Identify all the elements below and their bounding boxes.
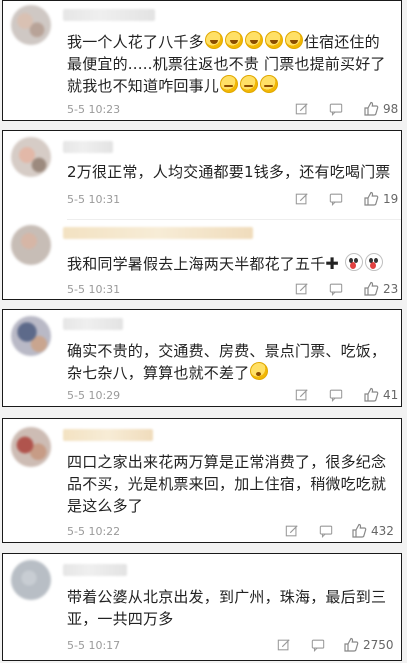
smirk-emoji-icon: [220, 75, 239, 93]
comment-card: 带着公婆从北京出发，到广州，珠海，最后到三 亚，一共四万多 5-5 10:17 …: [2, 553, 402, 661]
comment-meta: 5-5 10:22 432: [67, 522, 394, 542]
avatar[interactable]: [11, 137, 51, 177]
thumb-up-icon[interactable]: [363, 101, 379, 117]
laughing-emoji-icon: [204, 31, 223, 49]
comment-meta: 5-5 10:23 98: [67, 100, 398, 120]
laughing-emoji-icon: [264, 31, 283, 49]
edit-icon[interactable]: [295, 102, 309, 116]
comment-icon[interactable]: [329, 282, 343, 296]
comment-text-line: 是这么多了: [67, 497, 144, 515]
comment-text: 我一个人花了八千多 住宿还住的 最便宜的.....机票往返也不贵 门票也提前买好了…: [67, 31, 391, 97]
comment-icon[interactable]: [329, 102, 343, 116]
avatar[interactable]: [11, 225, 51, 265]
comment-text-line: 2万很正常，人均交通都要1钱多，还有吃喝门票: [67, 163, 391, 181]
comment-text-line: 带着公婆从北京出发，到广州，珠海，最后到三: [67, 588, 387, 606]
comment-text-line: 四口之家出来花两万算是正常消费了，很多纪念: [67, 453, 387, 471]
timestamp: 5-5 10:29: [67, 389, 121, 402]
comment-text-line: 我和同学暑假去上海两天半都花了五千: [67, 255, 326, 273]
hushed-emoji-icon: [250, 362, 269, 380]
comment-meta: 5-5 10:29 41: [67, 386, 398, 406]
edit-icon[interactable]: [285, 524, 299, 538]
username-blurred[interactable]: [63, 227, 253, 239]
thumb-up-icon[interactable]: [363, 281, 379, 297]
laughing-emoji-icon: [244, 31, 263, 49]
comment-icon[interactable]: [311, 638, 325, 652]
edit-icon[interactable]: [295, 388, 309, 402]
avatar[interactable]: [11, 427, 51, 467]
comment-text-line: 我一个人花了八千多: [67, 33, 204, 51]
username-blurred[interactable]: [63, 564, 127, 576]
timestamp: 5-5 10:31: [67, 283, 121, 296]
comment-text: 四口之家出来花两万算是正常消费了，很多纪念 品不买，光是机票来回，加上住宿，稍微…: [67, 451, 391, 517]
username-blurred[interactable]: [63, 141, 113, 153]
comment-card: 确实不贵的，交通费、房费、景点门票、吃饭， 杂七杂八，算算也就不差了 5-5 1…: [2, 309, 402, 407]
laughing-emoji-icon: [284, 31, 303, 49]
comment-card: 四口之家出来花两万算是正常消费了，很多纪念 品不买，光是机票来回，加上住宿，稍微…: [2, 418, 402, 543]
username-blurred[interactable]: [63, 318, 123, 330]
comment-text-line: 确实不贵的，交通费、房费、景点门票、吃饭，: [67, 342, 387, 360]
comment-meta: 5-5 10:17 2750: [67, 636, 394, 656]
avatar[interactable]: [11, 560, 51, 600]
avatar[interactable]: [11, 316, 51, 356]
comment-text: 确实不贵的，交通费、房费、景点门票、吃饭， 杂七杂八，算算也就不差了: [67, 340, 391, 384]
like-count: 23: [383, 282, 399, 296]
timestamp: 5-5 10:22: [67, 525, 121, 538]
comment-text-line: 杂七杂八，算算也就不差了: [67, 364, 250, 382]
comment-text-line: 住宿还住的: [303, 33, 380, 51]
comment-text: 带着公婆从北京出发，到广州，珠海，最后到三 亚，一共四万多: [67, 586, 391, 630]
timestamp: 5-5 10:17: [67, 639, 121, 652]
shocked-emoji-icon: [364, 253, 383, 271]
comment-meta: 5-5 10:31 23: [67, 280, 398, 300]
like-count: 432: [371, 524, 394, 538]
comment-card: 我一个人花了八千多 住宿还住的 最便宜的.....机票往返也不贵 门票也提前买好了…: [2, 0, 402, 121]
comment-text-line: 亚，一共四万多: [67, 610, 174, 628]
timestamp: 5-5 10:23: [67, 103, 121, 116]
comment-meta: 5-5 10:31 19: [67, 190, 398, 210]
comment-icon[interactable]: [329, 388, 343, 402]
comment-text: 我和同学暑假去上海两天半都花了五千✚: [67, 253, 391, 275]
comment-icon[interactable]: [329, 192, 343, 206]
like-count: 98: [383, 102, 399, 116]
comment: 我和同学暑假去上海两天半都花了五千✚ 5-5 10:31 23: [3, 221, 401, 301]
smirk-emoji-icon: [260, 75, 279, 93]
laughing-emoji-icon: [224, 31, 243, 49]
edit-icon[interactable]: [295, 282, 309, 296]
comment-text-line: 最便宜的.....机票往返也不贵 门票也提前买好了: [67, 55, 386, 73]
shocked-emoji-icon: [344, 253, 363, 271]
thumb-up-icon[interactable]: [363, 191, 379, 207]
comment-text-line: 就我也不知道咋回事儿: [67, 77, 220, 95]
plus-sign: ✚: [325, 254, 340, 273]
thumb-up-icon[interactable]: [363, 387, 379, 403]
username-blurred[interactable]: [63, 429, 153, 441]
like-count: 2750: [363, 638, 394, 652]
edit-icon[interactable]: [295, 192, 309, 206]
thumb-up-icon[interactable]: [343, 637, 359, 653]
comment-text: 2万很正常，人均交通都要1钱多，还有吃喝门票: [67, 161, 391, 183]
like-count: 41: [383, 388, 399, 402]
comment-card: 2万很正常，人均交通都要1钱多，还有吃喝门票 5-5 10:31 19 我和同学…: [2, 130, 402, 300]
avatar[interactable]: [11, 5, 51, 45]
edit-icon[interactable]: [277, 638, 291, 652]
comment-icon[interactable]: [319, 524, 333, 538]
divider: [67, 219, 401, 220]
comment-text-line: 品不买，光是机票来回，加上住宿，稍微吃吃就: [67, 475, 387, 493]
username-blurred[interactable]: [63, 9, 155, 21]
smirk-emoji-icon: [240, 75, 259, 93]
like-count: 19: [383, 192, 399, 206]
thumb-up-icon[interactable]: [351, 523, 367, 539]
timestamp: 5-5 10:31: [67, 193, 121, 206]
